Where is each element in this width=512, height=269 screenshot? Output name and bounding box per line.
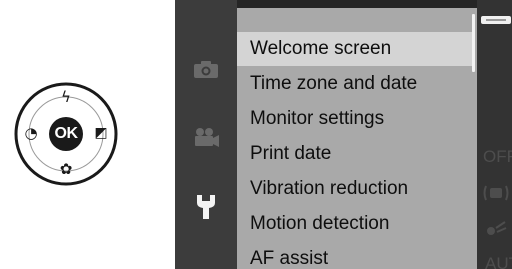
welcome-screen-value-icon (481, 16, 511, 24)
motion-detection-icon (487, 221, 507, 235)
menu-item-vibration-reduction[interactable]: Vibration reduction (237, 172, 472, 206)
wrench-icon (197, 195, 215, 219)
print-date-value: OFF (483, 147, 512, 166)
camera-monitor: Welcome screen Time zone and date Monito… (175, 0, 512, 269)
tab-setup[interactable] (183, 190, 229, 224)
menu-item-label: Monitor settings (250, 108, 385, 129)
menu-item-af-assist[interactable]: AF assist (237, 242, 472, 269)
macro-flower-icon[interactable]: ✿ (58, 162, 74, 177)
setting-value-column: OFF AUTO (477, 0, 512, 269)
flash-icon[interactable]: ϟ (58, 90, 74, 105)
menu-item-label: Welcome screen (250, 38, 392, 59)
tab-shooting[interactable] (183, 52, 229, 86)
af-assist-value: AUTO (485, 254, 512, 269)
menu-tab-column (175, 0, 237, 269)
menu-item-print-date[interactable]: Print date (237, 137, 472, 171)
menu-item-label: Print date (250, 143, 332, 164)
movie-camera-icon (195, 128, 219, 147)
menu-item-time-zone-and-date[interactable]: Time zone and date (237, 67, 472, 101)
setup-menu-list: Welcome screen Time zone and date Monito… (237, 8, 477, 269)
menu-item-label: Time zone and date (250, 73, 418, 94)
tab-movie[interactable] (183, 121, 229, 155)
menu-item-label: AF assist (250, 248, 329, 269)
vibration-reduction-icon (483, 185, 509, 201)
multi-selector[interactable]: ϟ ◔ ◩ ✿ OK (14, 82, 118, 186)
self-timer-icon[interactable]: ◔ (22, 126, 40, 141)
menu-scrollbar[interactable] (472, 14, 475, 72)
menu-item-label: Motion detection (250, 213, 390, 234)
exposure-compensation-icon[interactable]: ◩ (92, 126, 110, 140)
ok-button[interactable]: OK (50, 118, 82, 150)
menu-item-label: Vibration reduction (250, 178, 409, 199)
menu-item-motion-detection[interactable]: Motion detection (237, 207, 472, 241)
menu-item-monitor-settings[interactable]: Monitor settings (237, 102, 472, 136)
menu-item-welcome-screen[interactable]: Welcome screen (237, 32, 472, 66)
camera-icon (194, 61, 218, 78)
